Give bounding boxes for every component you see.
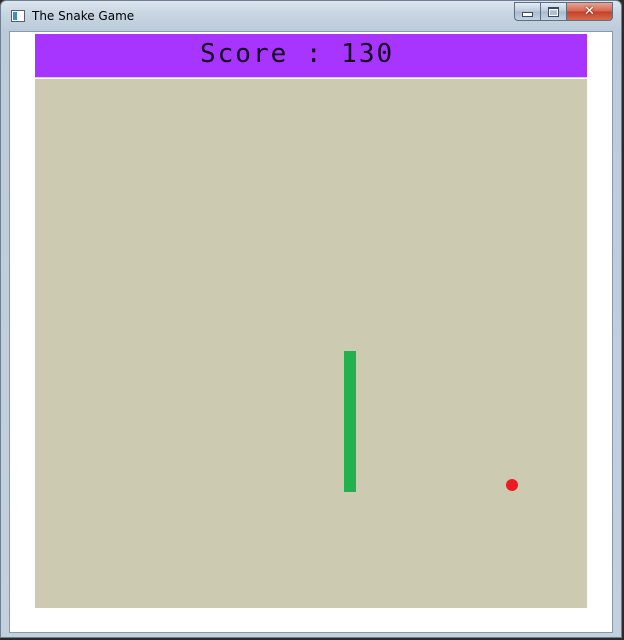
app-window-icon[interactable] [11, 10, 25, 22]
score-display: Score : 130 [200, 39, 395, 69]
snake [344, 351, 356, 492]
game-window: The Snake Game ✕ Score : 130 [0, 0, 622, 638]
title-bar[interactable]: The Snake Game ✕ [1, 1, 621, 31]
game-board[interactable] [35, 79, 587, 608]
window-title: The Snake Game [32, 9, 135, 23]
client-area: Score : 130 [9, 31, 613, 633]
maximize-icon [548, 6, 559, 17]
minimize-icon [522, 12, 533, 17]
score-bar: Score : 130 [35, 34, 587, 78]
food-pellet [506, 479, 518, 491]
minimize-button[interactable] [514, 2, 541, 21]
maximize-button[interactable] [541, 2, 567, 21]
caption-buttons: ✕ [514, 2, 613, 21]
close-icon: ✕ [584, 4, 595, 19]
close-button[interactable]: ✕ [567, 2, 613, 21]
